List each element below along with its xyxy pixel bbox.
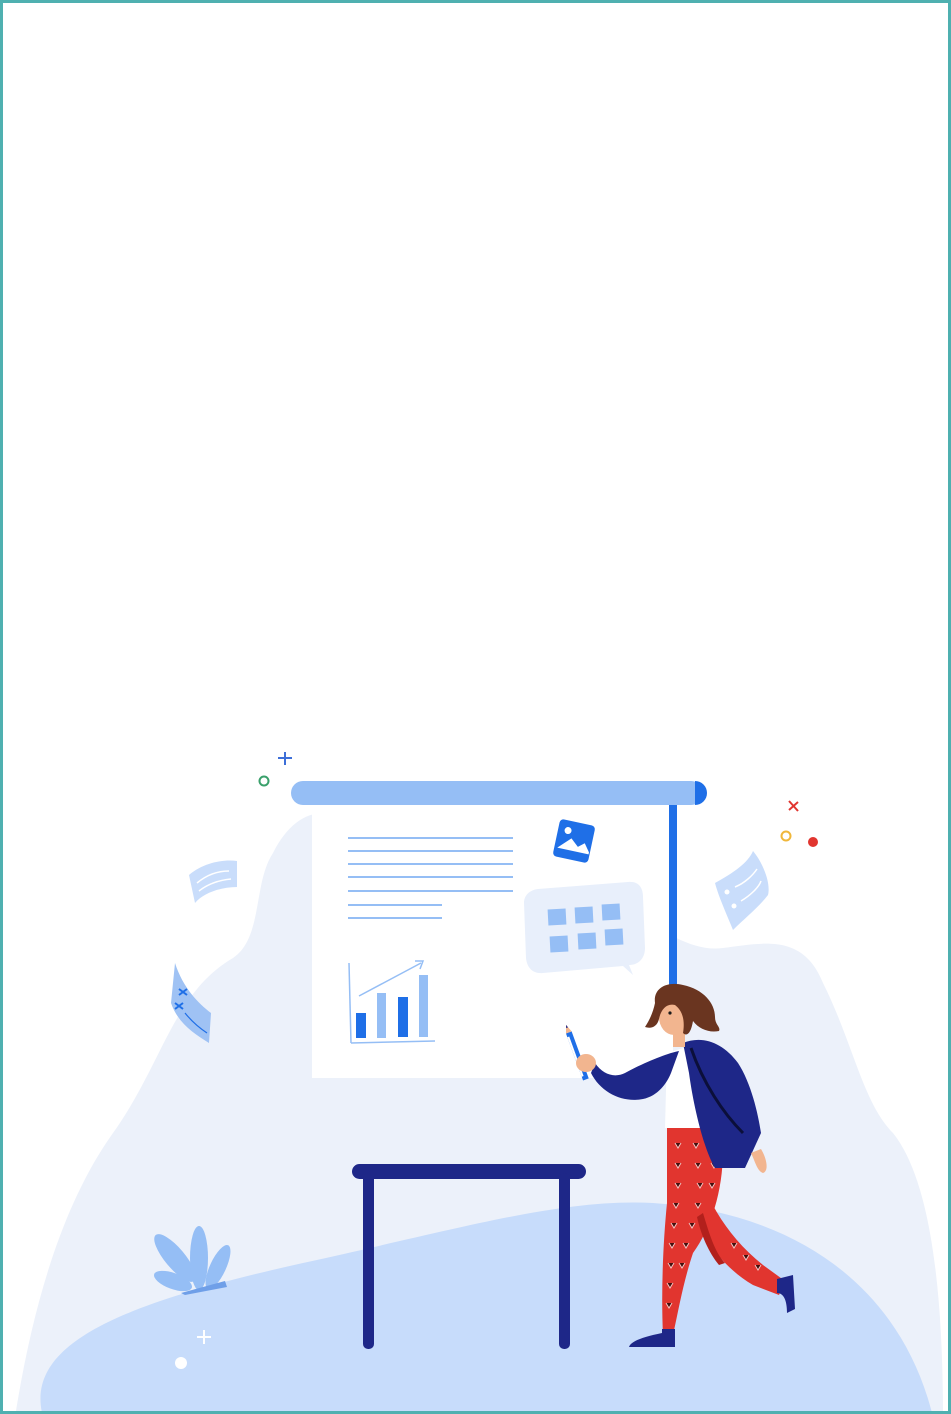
board-pole	[669, 793, 677, 1003]
ring-dot	[258, 775, 270, 787]
sparkle-icon	[278, 752, 292, 765]
sparkle-icon	[788, 800, 799, 812]
page-frame	[0, 0, 951, 1414]
paper-icon	[715, 851, 769, 930]
white-dot	[175, 1357, 187, 1369]
grid-icon	[524, 881, 645, 975]
ring-dot	[780, 830, 792, 842]
paper-icon	[189, 860, 237, 903]
presentation-illustration	[15, 752, 943, 1411]
board-rail	[291, 781, 703, 805]
whiteboard	[291, 781, 707, 1078]
red-dot	[808, 837, 818, 847]
